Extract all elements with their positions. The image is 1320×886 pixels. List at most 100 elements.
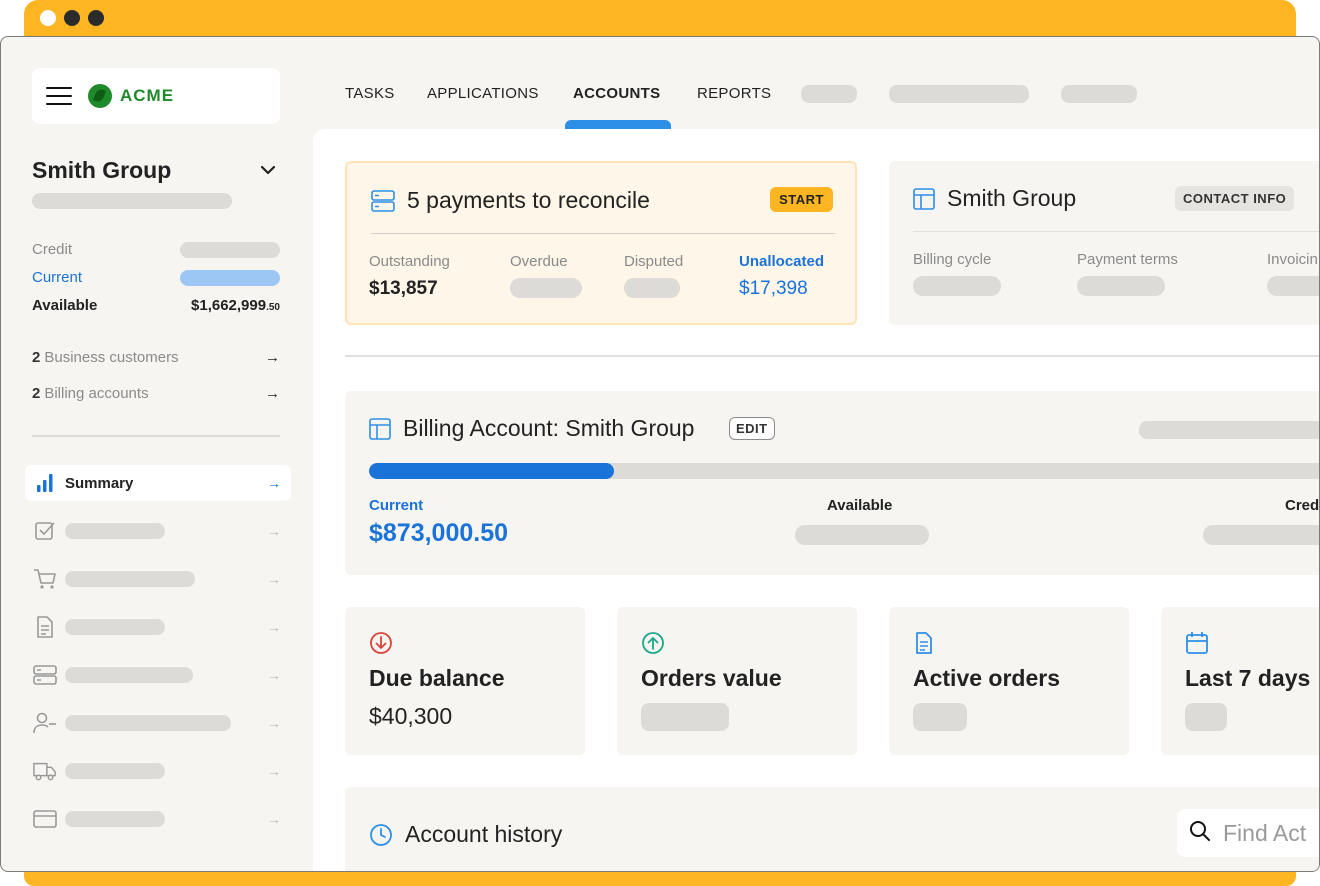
credit-value-placeholder — [1203, 525, 1319, 545]
metric-value-placeholder — [641, 703, 729, 731]
group-card-title: Smith Group — [913, 185, 1076, 212]
arrow-down-circle-icon — [369, 631, 393, 660]
sidebar-item-label: Summary — [65, 474, 134, 492]
tab-tasks[interactable]: TASKS — [345, 85, 395, 102]
brand-name: ACME — [120, 86, 175, 105]
arrow-right-icon: → — [265, 349, 280, 366]
credit-progress-fill — [369, 463, 614, 479]
current-label: Current — [32, 269, 83, 286]
reconcile-title: 5 payments to reconcile — [371, 187, 650, 214]
current-row: Current — [32, 269, 280, 286]
reconcile-card: 5 payments to reconcile START Outstandin… — [345, 161, 857, 325]
contact-info-button[interactable]: CONTACT INFO — [1175, 186, 1295, 211]
divider — [371, 233, 835, 234]
arrow-right-icon: → — [267, 523, 281, 539]
arrow-right-icon: → — [267, 763, 281, 779]
edit-button[interactable]: EDIT — [729, 417, 775, 440]
logo-header: ACME — [32, 68, 280, 124]
credit-label: Cred — [1285, 497, 1320, 514]
unallocated-stat: Unallocated $17,398 — [739, 253, 825, 299]
main-panel: 5 payments to reconcile START Outstandin… — [313, 129, 1320, 871]
tab-placeholder[interactable] — [801, 85, 857, 103]
history-search[interactable] — [1177, 809, 1319, 857]
billing-account-card: Billing Account: Smith Group EDIT Curren… — [345, 391, 1320, 575]
overdue-stat: Overdue — [510, 253, 582, 298]
server-icon — [371, 189, 395, 213]
billing-accounts-link[interactable]: 2 Billing accounts → — [32, 385, 280, 402]
sidebar-item-documents[interactable]: → — [25, 609, 291, 645]
tab-placeholder[interactable] — [889, 85, 1029, 103]
maximize-dot[interactable] — [88, 10, 104, 26]
account-history-card: Account history — [345, 787, 1319, 871]
disputed-stat: Disputed — [624, 253, 683, 298]
account-history-title: Account history — [369, 821, 562, 848]
last-7-days-card[interactable]: Last 7 days — [1161, 607, 1319, 755]
credit-label: Credit — [32, 241, 73, 258]
credit-card-icon — [33, 807, 57, 831]
current-value-placeholder — [180, 269, 280, 286]
metric-title: Orders value — [641, 665, 782, 691]
document-icon — [33, 615, 57, 639]
tab-placeholder[interactable] — [1061, 85, 1137, 103]
business-customers-link[interactable]: 2 Business customers → — [32, 349, 280, 366]
clock-icon — [369, 823, 393, 847]
due-balance-card[interactable]: Due balance $40,300 — [345, 607, 585, 755]
app-window: ACME Smith Group Credit Current Availabl… — [0, 36, 1320, 872]
credit-value-placeholder — [180, 241, 280, 258]
nav-label-placeholder — [65, 667, 193, 683]
section-divider — [345, 355, 1319, 357]
sidebar-item-shipping[interactable]: → — [25, 753, 291, 789]
billing-account-title: Billing Account: Smith Group — [369, 415, 694, 442]
nav-label-placeholder — [65, 571, 195, 587]
metric-title: Due balance — [369, 665, 505, 691]
sidebar-item-orders[interactable]: → — [25, 561, 291, 597]
active-orders-card[interactable]: Active orders — [889, 607, 1129, 755]
tab-accounts[interactable]: ACCOUNTS — [573, 85, 660, 102]
available-value-placeholder — [795, 525, 929, 545]
window-footer — [24, 872, 1296, 886]
search-icon — [1189, 820, 1211, 847]
credit-progress-bar — [369, 463, 1319, 479]
user-minus-icon — [33, 711, 57, 735]
close-dot[interactable] — [40, 10, 56, 26]
arrow-right-icon: → — [265, 385, 280, 402]
metric-title: Last 7 days — [1185, 665, 1311, 691]
arrow-right-icon: → — [267, 619, 281, 635]
available-value: $1,662,999.50 — [191, 297, 280, 314]
menu-icon[interactable] — [46, 87, 72, 105]
arrow-right-icon: → — [267, 667, 281, 683]
tab-applications[interactable]: APPLICATIONS — [427, 85, 539, 102]
truck-icon — [33, 759, 57, 783]
current-label: Current — [369, 497, 424, 514]
billing-cycle-stat: Billing cycle — [913, 251, 1001, 296]
sidebar-item-summary[interactable]: Summary → — [25, 465, 291, 501]
credit-row: Credit — [32, 241, 280, 258]
bar-chart-icon — [33, 471, 57, 495]
start-button[interactable]: START — [770, 187, 833, 212]
nav-label-placeholder — [65, 715, 231, 731]
arrow-right-icon: → — [267, 811, 281, 827]
checkbox-icon — [33, 519, 57, 543]
sidebar-item-users[interactable]: → — [25, 705, 291, 741]
orders-value-card[interactable]: Orders value — [617, 607, 857, 755]
arrow-up-circle-icon — [641, 631, 665, 660]
sidebar-item-payments[interactable]: → — [25, 801, 291, 837]
chevron-down-icon[interactable] — [259, 161, 277, 179]
company-name: Smith Group — [32, 157, 172, 183]
nav-label-placeholder — [65, 763, 165, 779]
sidebar-item-tasks[interactable]: → — [25, 513, 291, 549]
sidebar-divider — [32, 435, 280, 437]
header-placeholder — [1139, 421, 1319, 439]
divider — [913, 231, 1319, 232]
search-input[interactable] — [1223, 819, 1319, 847]
calendar-icon — [1185, 631, 1209, 660]
available-label: Available — [32, 297, 98, 314]
outstanding-stat: Outstanding $13,857 — [369, 253, 450, 299]
available-label: Available — [827, 497, 893, 514]
tab-reports[interactable]: REPORTS — [697, 85, 771, 102]
arrow-right-icon: → — [267, 475, 281, 491]
nav-label-placeholder — [65, 811, 165, 827]
metric-value-placeholder — [913, 703, 967, 731]
sidebar-item-servers[interactable]: → — [25, 657, 291, 693]
minimize-dot[interactable] — [64, 10, 80, 26]
